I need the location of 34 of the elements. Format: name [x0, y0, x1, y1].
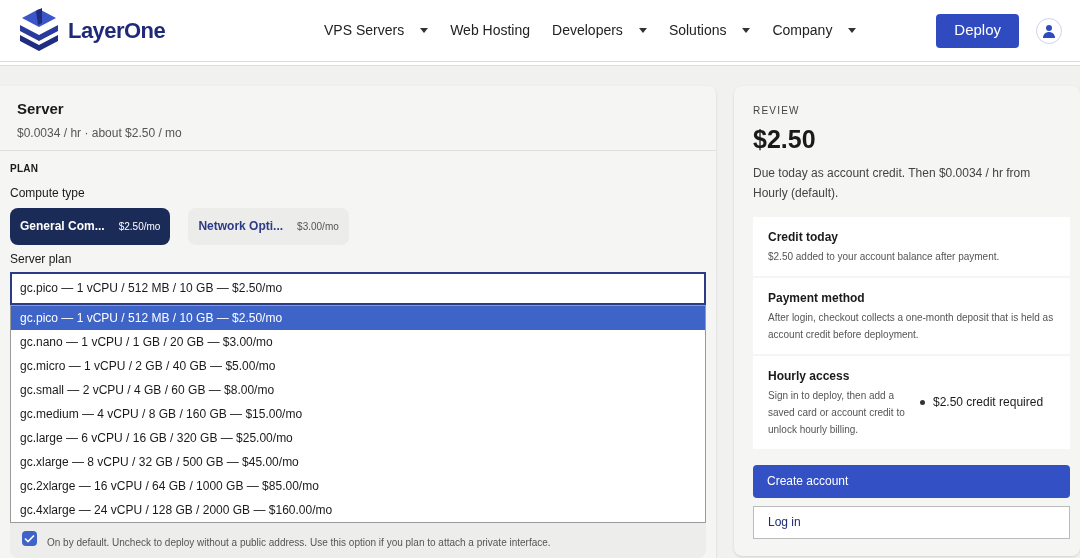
nav-link[interactable]: Web Hosting [450, 20, 531, 41]
nav-link[interactable]: VPS Servers [324, 20, 429, 41]
item-title: Credit today [768, 228, 839, 246]
deploy-button[interactable]: Deploy [936, 13, 1019, 48]
section-heading: PLAN [10, 161, 40, 176]
item-title: Hourly access [768, 367, 851, 385]
brand-name: LayerOne [68, 17, 166, 45]
compute-type-option[interactable]: Network Opti... $3.00/mo [188, 207, 349, 245]
price-line: $0.0034 / hr · about $2.50 / mo [17, 124, 183, 142]
ipv4-checkbox[interactable] [22, 531, 37, 546]
plan-option[interactable]: gc.pico — 1 vCPU / 512 MB / 10 GB — $2.50/mo [11, 305, 705, 330]
credit-requirement: $2.50 credit required [933, 394, 1044, 411]
item-text: $2.50 added to your account balance after payment. [768, 249, 1001, 264]
server-plan-select[interactable]: gc.pico — 1 vCPU / 512 MB / 10 GB — $2.50/mo [10, 271, 706, 305]
item-title: Payment method [768, 289, 866, 307]
review-total: $2.50 [753, 124, 817, 155]
compute-type-option[interactable]: General Com... $2.50/mo [10, 207, 171, 245]
nav-link[interactable]: Solutions [668, 20, 751, 41]
account-avatar[interactable] [1036, 17, 1062, 44]
login-button[interactable]: Log in [753, 505, 1070, 539]
review-note: Due today as account credit. Then $0.0034 / hr from Hourly (default). [753, 164, 1032, 202]
item-text: After login, checkout collects a one-month deposit that is held as account credit before deployment. [768, 310, 1055, 342]
item-text: Sign in to deploy, then add a saved card or account credit to unlock hourly billing. [768, 388, 906, 437]
create-account-button[interactable]: Create account [753, 464, 1070, 498]
field-label: Compute type [10, 184, 86, 202]
card-title: Server [17, 99, 65, 119]
user-icon [1042, 23, 1056, 38]
bullet-icon [920, 399, 925, 405]
field-label: Server plan [10, 250, 73, 268]
checkmark-icon [24, 534, 35, 543]
ipv4-description: On by default. Uncheck to deploy without a public address. Use this option if you plan to attach a private interface. [47, 536, 551, 550]
nav-link[interactable]: Developers [552, 20, 647, 41]
nav-link[interactable]: Company [772, 20, 857, 41]
section-heading: REVIEW [753, 104, 801, 118]
